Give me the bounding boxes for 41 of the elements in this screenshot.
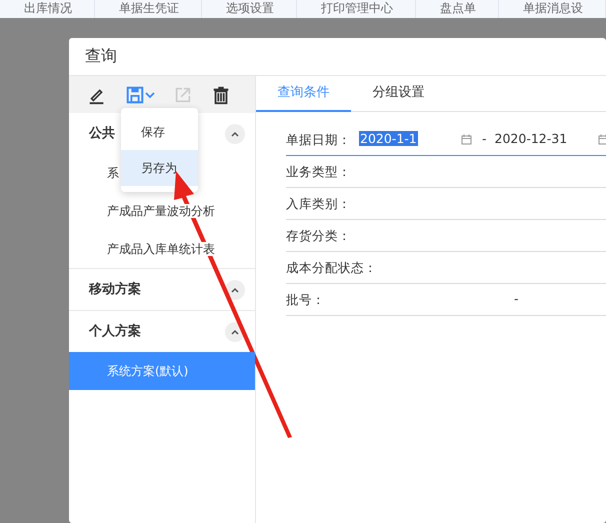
top-tab[interactable]: 打印管理中心	[297, 0, 416, 18]
menu-item[interactable]: 另存为	[121, 150, 198, 186]
top-tab[interactable]: 单据消息设	[499, 0, 606, 18]
dialog-title: 查询	[84, 45, 118, 67]
field-label: 单据日期：	[286, 132, 352, 148]
group-title: 公共	[89, 124, 115, 143]
scheme-item[interactable]: 系	[107, 154, 119, 192]
calendar-icon[interactable]	[598, 134, 606, 145]
group-title: 个人方案	[89, 322, 141, 341]
date-field[interactable]: 2020-1-1	[359, 130, 459, 149]
trash-button[interactable]	[211, 84, 231, 104]
form-row[interactable]: 入库类别：	[286, 188, 606, 220]
field-label: 业务类型：	[286, 164, 352, 180]
top-tab[interactable]: 出库情况	[0, 0, 95, 18]
chevron-icon	[231, 286, 239, 292]
scheme-item[interactable]: 产成品产量波动分析	[107, 192, 215, 230]
group-title: 移动方案	[89, 280, 141, 299]
top-tab[interactable]: 盘点单	[416, 0, 499, 18]
field-label: 入库类别：	[286, 196, 352, 212]
save-button[interactable]	[125, 84, 155, 104]
field-label: 批号：	[286, 292, 326, 308]
form-row[interactable]: 业务类型：	[286, 156, 606, 188]
form-row[interactable]: 单据日期： 2020-1-1 - 2020-12-31	[286, 124, 606, 156]
chevron-icon	[231, 328, 239, 334]
form-row[interactable]: 存货分类：	[286, 220, 606, 252]
collapse-button[interactable]	[225, 124, 245, 144]
field-label: 成本分配状态：	[286, 260, 377, 276]
date-field[interactable]: 2020-12-31	[494, 130, 598, 149]
scheme-item[interactable]: 产成品入库单统计表	[107, 230, 215, 268]
form-row[interactable]: 批号： -	[286, 284, 606, 316]
chevron-icon	[231, 130, 239, 136]
form-row[interactable]: 成本分配状态：	[286, 252, 606, 284]
range-separator: -	[482, 130, 487, 148]
calendar-icon[interactable]	[461, 134, 472, 145]
field-label: 存货分类：	[286, 228, 352, 244]
top-tab[interactable]: 单据生凭证	[95, 0, 202, 18]
caret-icon	[145, 90, 155, 98]
range-separator: -	[514, 290, 519, 308]
top-tab[interactable]: 选项设置	[202, 0, 297, 18]
menu-item[interactable]: 保存	[121, 114, 198, 150]
tab[interactable]: 分组设置	[351, 76, 446, 112]
